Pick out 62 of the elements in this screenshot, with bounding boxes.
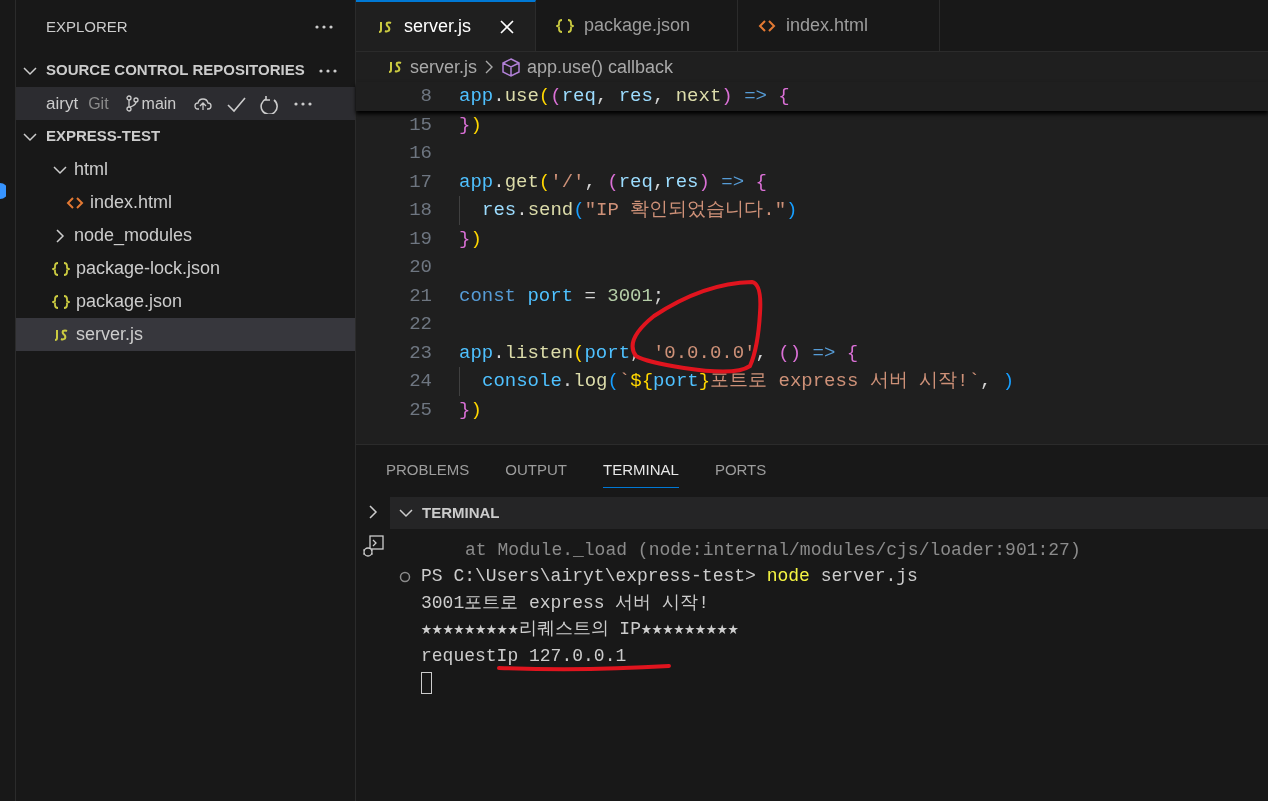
debug-terminal-icon: [362, 535, 384, 557]
terminal-line: requestIp 127.0.0.1: [421, 644, 627, 668]
code-brackets-icon: [66, 194, 84, 211]
status-circle-icon: [399, 570, 411, 583]
editor-tab[interactable]: server.js: [356, 0, 536, 51]
more-icon: [315, 25, 333, 29]
line-number: 25: [408, 397, 432, 423]
cloud-upload-icon: [194, 95, 213, 112]
cube-icon: [501, 57, 522, 77]
line-number: 8: [419, 84, 432, 109]
line-number: 24: [408, 369, 432, 394]
code-line: }): [459, 226, 482, 252]
terminal-cursor: [421, 671, 432, 694]
tree-item[interactable]: package.json: [16, 285, 355, 318]
code-line: app.get('/', (req,res) => {: [459, 169, 767, 195]
line-number: 18: [408, 198, 432, 223]
code-line: res.send("IP 확인되었습니다."): [482, 198, 798, 223]
tree-item[interactable]: node_modules: [16, 219, 355, 252]
line-number: 16: [408, 141, 432, 166]
terminal-header[interactable]: TERMINAL: [390, 497, 1268, 529]
section-header[interactable]: SOURCE CONTROL REPOSITORIES: [16, 54, 355, 87]
braces-icon: [52, 260, 70, 277]
terminal-line: at Module._load (node:internal/modules/cjs/loader:901:27): [465, 538, 1081, 562]
line-number: 15: [408, 112, 432, 138]
tree-item[interactable]: server.js: [16, 318, 355, 351]
tree-item[interactable]: html: [16, 153, 355, 186]
tree-item[interactable]: package-lock.json: [16, 252, 355, 285]
section-header[interactable]: EXPRESS-TEST: [16, 120, 355, 153]
code-brackets-icon: [758, 17, 776, 34]
code-line: }): [459, 397, 482, 423]
status-icon: [0, 182, 6, 200]
line-number: 20: [408, 255, 432, 280]
js-file-icon: [386, 59, 404, 75]
line-number: 23: [408, 340, 432, 366]
code-line: }): [459, 112, 482, 138]
terminal-line: PS C:\Users\airyt\express-test> node server.js: [421, 565, 918, 589]
line-number: 21: [408, 283, 432, 309]
line-number: 19: [408, 226, 432, 252]
terminal-line: ★★★★★★★★★리퀘스트의 IP★★★★★★★★★: [421, 618, 739, 642]
line-number: 22: [408, 312, 432, 337]
branch-button[interactable]: main: [124, 91, 177, 116]
refresh-icon: [260, 93, 281, 114]
braces-icon: [52, 293, 70, 310]
panel-tab[interactable]: PROBLEMS: [386, 454, 470, 488]
terminal-line: 3001포트로 express 서버 시작!: [421, 591, 710, 615]
more-icon: [294, 101, 313, 106]
panel-tab[interactable]: PORTS: [714, 454, 767, 488]
breadcrumb-item[interactable]: app.use() callback: [527, 53, 674, 81]
branch-icon: [124, 95, 139, 112]
sidebar-title: EXPLORER: [46, 16, 128, 37]
close-icon: [499, 18, 515, 35]
more-icon: [319, 68, 337, 73]
code-line: const port = 3001;: [459, 283, 665, 309]
braces-icon: [556, 17, 574, 34]
code-line: app.use((req, res, next) => {: [459, 84, 790, 109]
code-line: console.log(`${port}포트로 express 서버 시작!`, ): [482, 369, 1015, 394]
tree-item[interactable]: index.html: [16, 186, 355, 219]
repository-row[interactable]: airyt Git main: [16, 87, 355, 120]
panel-tab[interactable]: TERMINAL: [603, 454, 679, 488]
breadcrumb-item[interactable]: server.js: [410, 53, 478, 81]
panel-tab[interactable]: OUTPUT: [505, 454, 568, 488]
line-number: 17: [408, 169, 432, 195]
